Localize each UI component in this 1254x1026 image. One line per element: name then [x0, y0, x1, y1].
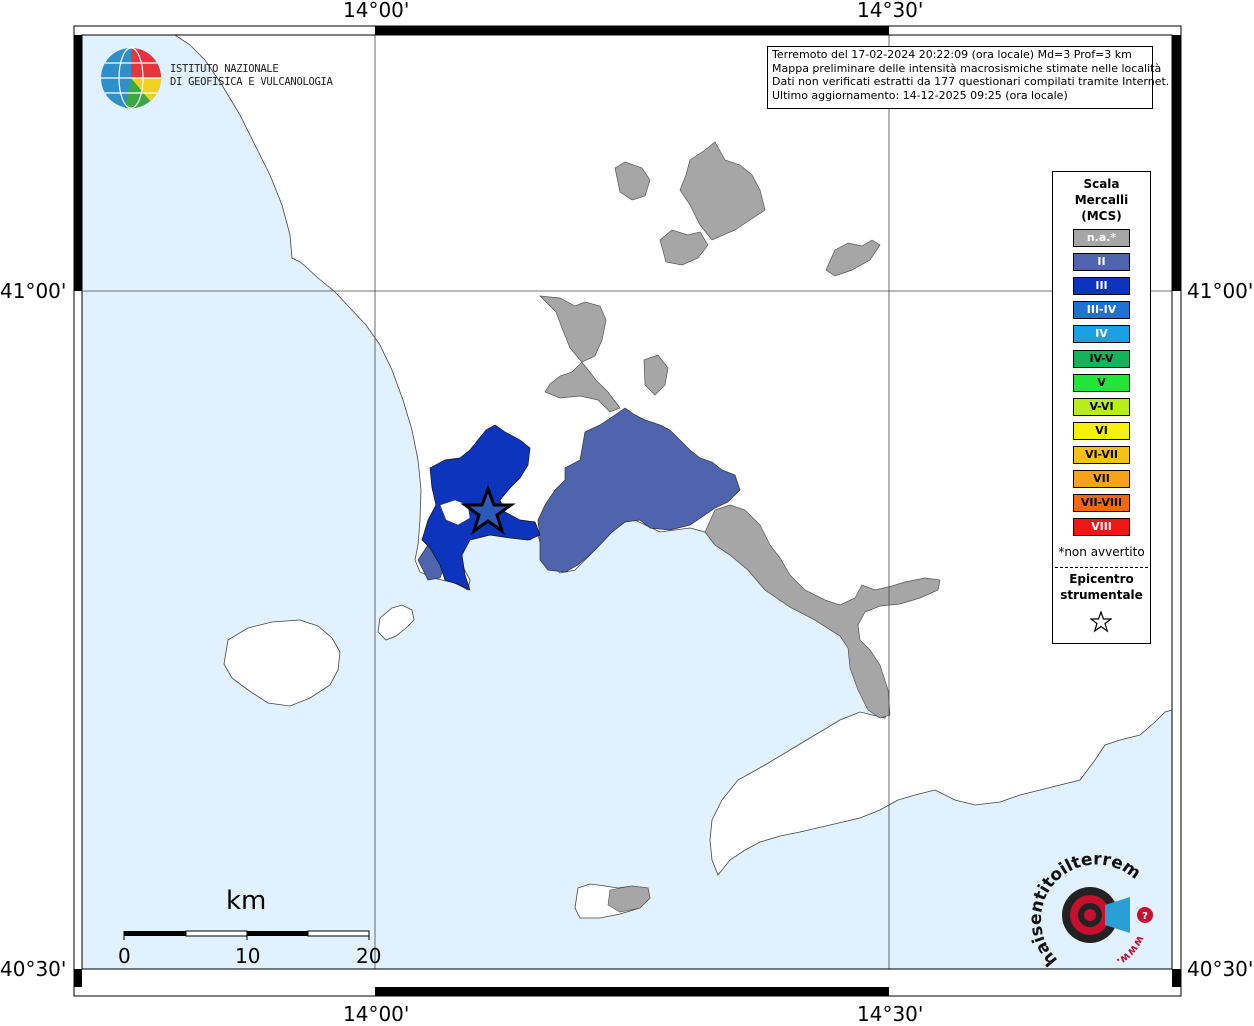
coord-right-lower: 40°30' — [1187, 957, 1254, 981]
legend-epicenter-label: Epicentro strumentale — [1053, 571, 1150, 603]
ingv-institute-name: ISTITUTO NAZIONALE DI GEOFISICA E VULCAN… — [170, 63, 333, 89]
update-line: Ultimo aggiornamento: 14-12-2025 09:25 (… — [772, 88, 1068, 102]
legend-swatch-iv: IV — [1073, 325, 1130, 344]
legend-epicenter-line-2: strumentale — [1060, 588, 1143, 602]
coord-top-right: 14°30' — [857, 0, 924, 22]
legend-star-icon — [1090, 611, 1112, 633]
legend-not-felt-note: *non avvertito — [1058, 545, 1145, 559]
scale-tick-20: 20 — [356, 944, 382, 968]
coord-left-lower: 40°30' — [0, 957, 67, 981]
legend-title-line-3: (MCS) — [1081, 209, 1122, 223]
legend-separator — [1055, 567, 1148, 568]
intensity-legend: Scala Mercalli (MCS) n.a.* II III III-IV IV I… — [1052, 171, 1151, 644]
legend-swatch-vi-vii: VI-VII — [1073, 445, 1130, 464]
coord-bottom-left: 14°00' — [343, 1002, 410, 1026]
ingv-globe-logo — [101, 47, 161, 109]
legend-swatch-v-vi: V-VI — [1073, 397, 1130, 416]
scale-tick-0: 0 — [118, 944, 131, 968]
legend-swatch-iv-v: IV-V — [1073, 349, 1130, 368]
event-line: Terremoto del 17-02-2024 20:22:09 (ora l… — [772, 48, 1132, 61]
legend-title: Scala Mercalli (MCS) — [1053, 176, 1150, 224]
ingv-line-1: ISTITUTO NAZIONALE — [170, 63, 279, 75]
event-info-box: Terremoto del 17-02-2024 20:22:09 (ora l… — [767, 46, 1170, 109]
legend-swatch-viii: VIII — [1073, 518, 1130, 537]
legend-swatch-v: V — [1073, 373, 1130, 392]
legend-swatch-ii: II — [1073, 253, 1130, 272]
legend-title-line-2: Mercalli — [1074, 193, 1129, 207]
scale-unit: km — [226, 886, 267, 916]
coord-bottom-right: 14°30' — [857, 1002, 924, 1026]
legend-swatch-n-a: n.a.* — [1073, 229, 1130, 247]
data-source-line: Dati non verificati estratti da 177 ques… — [772, 75, 1170, 88]
legend-swatch-vii: VII — [1073, 470, 1130, 488]
coord-top-left: 14°00' — [343, 0, 410, 22]
scale-tick-10: 10 — [235, 944, 261, 968]
legend-title-line-1: Scala — [1083, 177, 1120, 191]
legend-swatch-vi: VI — [1073, 421, 1130, 440]
svg-text:?: ? — [1142, 911, 1148, 922]
legend-swatch-iii-iv: III-IV — [1073, 301, 1130, 320]
coord-right-upper: 41°00' — [1187, 279, 1254, 303]
legend-epicenter-line-1: Epicentro — [1069, 572, 1134, 586]
legend-swatch-vii-viii: VII-VIII — [1073, 494, 1130, 513]
map-description-line: Mappa preliminare delle intensità macros… — [772, 61, 1162, 75]
legend-swatch-iii: III — [1073, 277, 1130, 296]
coord-left-upper: 41°00' — [0, 279, 67, 303]
ingv-line-2: DI GEOFISICA E VULCANOLOGIA — [170, 76, 333, 88]
